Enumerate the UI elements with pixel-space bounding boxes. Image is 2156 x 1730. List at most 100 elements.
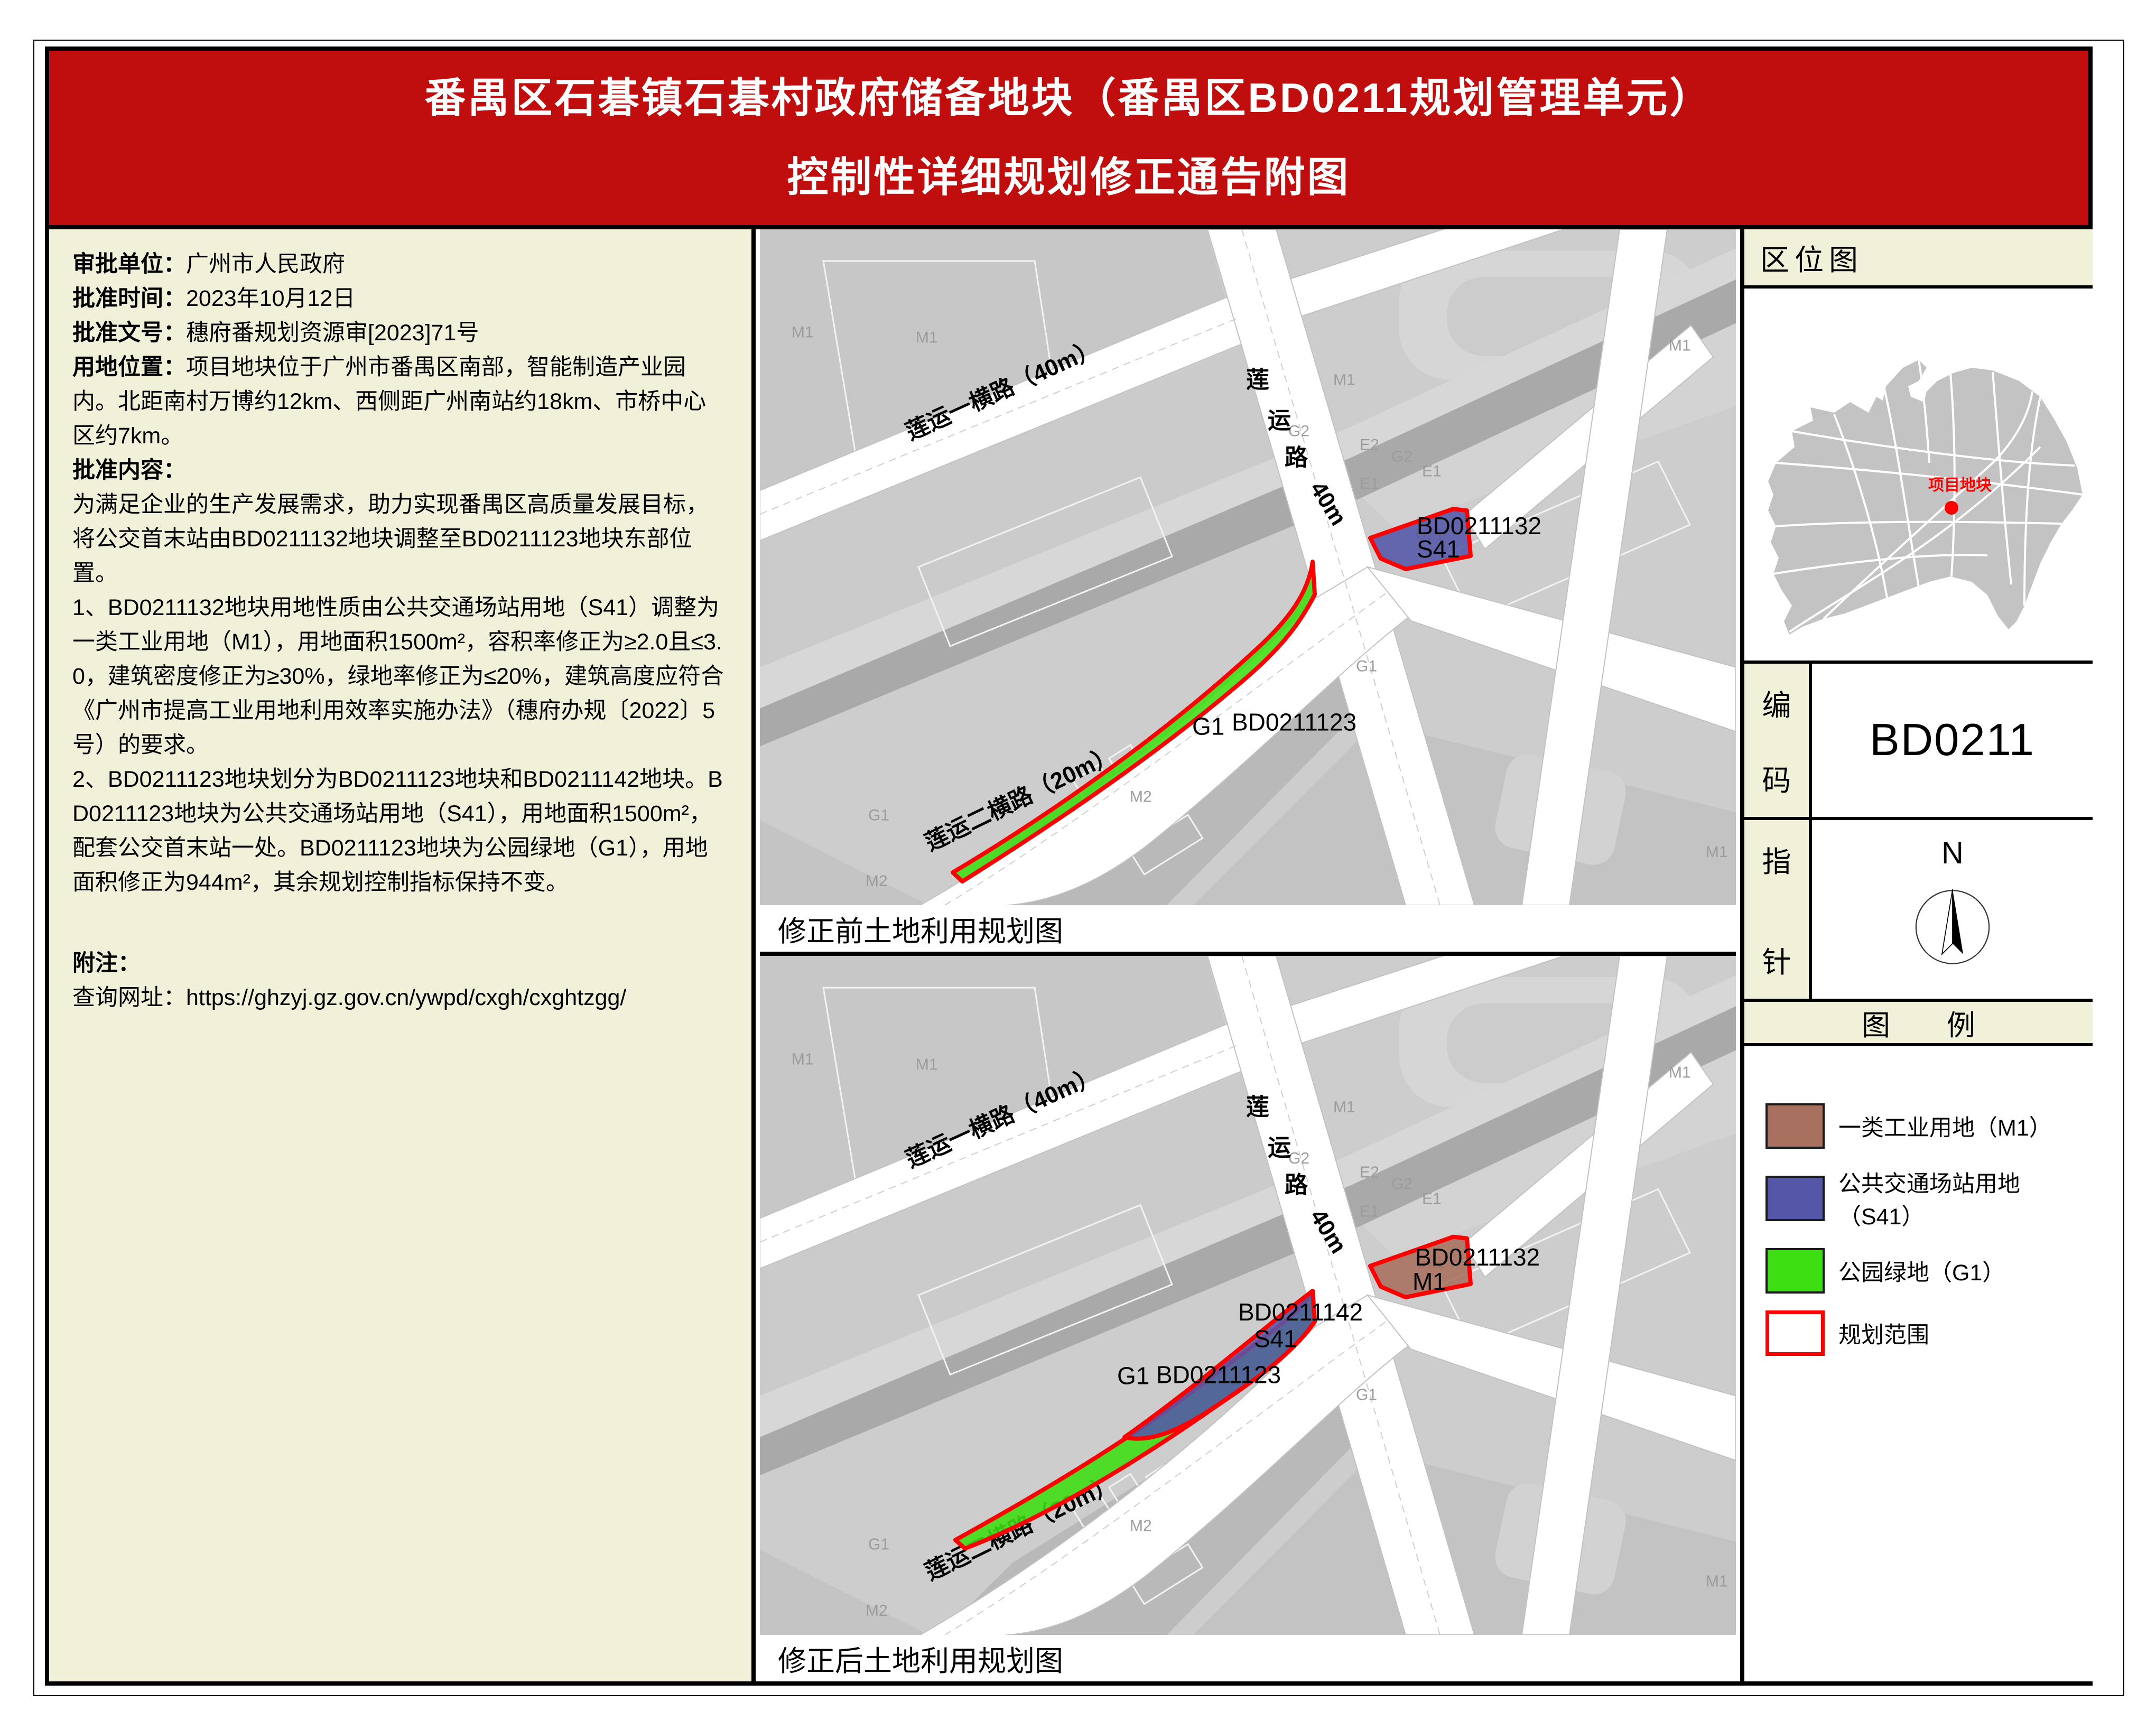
legend-swatch [1765, 1176, 1825, 1221]
location-map: 项目地块 [1744, 289, 2093, 661]
zone-label-E1: E1 [1422, 462, 1442, 480]
zone-label-G1: G1 [868, 806, 889, 824]
parcel-BD0211142-use: S41 [1254, 1325, 1297, 1352]
district-shape [1768, 360, 2083, 635]
zone-label-M1: M1 [1669, 1064, 1691, 1082]
info-line: 查询网址：https://ghzyj.gz.gov.cn/ywpd/cxgh/c… [72, 981, 728, 1015]
parcel-BD0211123-use: G1 [1192, 713, 1224, 740]
legend-label: 公园绿地（G1） [1838, 1254, 2005, 1287]
zone-label-M1: M1 [1706, 1573, 1728, 1591]
info-label: 批准内容： [72, 458, 186, 483]
road-label-ns-char: 路 [1285, 444, 1308, 470]
landuse-map-after: M1M1M1M1M1M2M2G1G1G2G2E2E1E1U21 莲运一横路（40… [760, 956, 1736, 1635]
zone-label-M1: M1 [916, 329, 938, 347]
zone-label-G2: G2 [1391, 448, 1412, 465]
parcel-BD0211132-use: M1 [1412, 1268, 1446, 1295]
zone-label-G2: G2 [1288, 422, 1309, 440]
info-line: 审批单位：广州市人民政府 [72, 247, 728, 282]
info-line: 用地位置：项目地块位于广州市番禺区南部，智能制造产业园内。北距南村万博约12km… [72, 350, 728, 453]
legend-label: 公共交通场站用地（S41） [1838, 1166, 2093, 1231]
zone-label-E1: E1 [1360, 475, 1379, 492]
map-after-caption: 修正后土地利用规划图 [760, 1635, 1736, 1681]
code-label: 编 码 [1744, 664, 1812, 817]
unit-code: BD0211 [1870, 714, 2035, 766]
zone-label-M2: M2 [866, 872, 888, 890]
road-label-ns-char: 莲 [1246, 367, 1269, 393]
legend-title: 图 例 [1744, 999, 2093, 1046]
info-text: 1、BD0211132地块用地性质由公共交通场站用地（S41）调整为一类工业用地… [72, 595, 723, 758]
info-text: 查询网址：https://ghzyj.gz.gov.cn/ywpd/cxgh/c… [72, 985, 626, 1010]
road-label-ns-char: 莲 [1246, 1094, 1269, 1120]
info-text: 2、BD0211123地块划分为BD0211123地块和BD0211142地块。… [72, 767, 723, 895]
title-banner: 番禺区石碁镇石碁村政府储备地块（番禺区BD0211规划管理单元） 控制性详细规划… [49, 51, 2088, 229]
map-after-image: M1M1M1M1M1M2M2G1G1G2G2E2E1E1U21 莲运一横路（40… [760, 956, 1736, 1635]
info-text: 广州市人民政府 [186, 252, 345, 277]
info-text: 2023年10月12日 [186, 286, 355, 311]
map-after-section: M1M1M1M1M1M2M2G1G1G2G2E2E1E1U21 莲运一横路（40… [760, 956, 1736, 1681]
info-text: 穗府番规划资源审[2023]71号 [186, 320, 479, 346]
page-title-line1: 番禺区石碁镇石碁村政府储备地块（番禺区BD0211规划管理单元） [49, 58, 2088, 137]
zone-label-M1: M1 [1706, 843, 1728, 861]
parcel-BD0211123-code: BD0211123 [1232, 709, 1356, 736]
north-letter: N [1941, 836, 1964, 870]
info-label: 用地位置： [72, 355, 186, 380]
legend-item: 公园绿地（G1） [1765, 1248, 2093, 1294]
zone-label-M2: M2 [1130, 1517, 1152, 1534]
project-site-label: 项目地块 [1928, 477, 1992, 494]
info-label: 附注： [72, 951, 141, 976]
parcel-BD0211123-use: G1 [1117, 1362, 1149, 1389]
info-line: 1、BD0211132地块用地性质由公共交通场站用地（S41）调整为一类工业用地… [72, 591, 728, 762]
zone-label-M1: M1 [792, 324, 814, 341]
legend-item: 规划范围 [1765, 1310, 2093, 1356]
legend-item: 一类工业用地（M1） [1765, 1103, 2093, 1149]
legend-label: 规划范围 [1838, 1317, 1929, 1350]
north-arrow-icon: N [1892, 833, 2013, 986]
compass-row: 指 针 N [1744, 817, 2093, 999]
zone-label-M1: M1 [1333, 1099, 1355, 1116]
legend-swatch [1765, 1103, 1825, 1149]
zone-label-G1: G1 [1356, 658, 1377, 675]
info-line: 2、BD0211123地块划分为BD0211123地块和BD0211142地块。… [72, 762, 728, 900]
project-site-dot [1945, 501, 1958, 515]
info-label: 审批单位： [72, 252, 186, 277]
parcel-BD0211142-code: BD0211142 [1238, 1298, 1363, 1326]
landuse-map-before: M1M1M1M1M1M2M2G1G1G2G2E2E1E1U21 莲运一横路（40… [760, 229, 1736, 905]
zone-label-G2: G2 [1288, 1150, 1309, 1167]
map-before-section: M1M1M1M1M1M2M2G1G1G2G2E2E1E1U21 莲运一横路（40… [760, 229, 1736, 956]
zone-label-M1: M1 [916, 1056, 938, 1074]
info-line: 批准时间：2023年10月12日 [72, 282, 728, 316]
right-panel: 区位图 项目地块 [1740, 229, 2093, 1681]
zone-label-M1: M1 [1669, 337, 1691, 355]
map-before-image: M1M1M1M1M1M2M2G1G1G2G2E2E1E1U21 莲运一横路（40… [760, 229, 1736, 905]
road-label-ns-char: 路 [1285, 1172, 1308, 1198]
zone-label-E1: E1 [1422, 1190, 1442, 1207]
location-map-title: 区位图 [1744, 229, 2093, 289]
zone-label-E2: E2 [1360, 1164, 1379, 1181]
map-column: M1M1M1M1M1M2M2G1G1G2G2E2E1E1U21 莲运一横路（40… [760, 229, 1736, 1681]
code-label-char: 码 [1762, 757, 1791, 799]
legend-swatch [1765, 1310, 1825, 1356]
parcel-BD0211132-code: BD0211132 [1415, 1243, 1540, 1271]
plan-sheet: 番禺区石碁镇石碁村政府储备地块（番禺区BD0211规划管理单元） 控制性详细规划… [45, 46, 2093, 1686]
map-before-caption: 修正前土地利用规划图 [760, 905, 1736, 952]
info-line: 批准文号：穗府番规划资源审[2023]71号 [72, 316, 728, 350]
legend: 一类工业用地（M1） 公共交通场站用地（S41） 公园绿地（G1） 规划范围 [1744, 1046, 2093, 1356]
road-label-ns-char: 运 [1268, 407, 1291, 433]
zone-label-E2: E2 [1360, 436, 1379, 453]
zone-label-M1: M1 [1333, 371, 1355, 389]
legend-item: 公共交通场站用地（S41） [1765, 1166, 2093, 1231]
road-label-ns-char: 运 [1268, 1135, 1291, 1161]
compass-label-char: 指 [1762, 838, 1791, 880]
code-row: 编 码 BD0211 [1744, 661, 2093, 817]
zone-label-G1: G1 [1356, 1387, 1377, 1404]
parcel-BD0211132-use: S41 [1417, 535, 1460, 563]
info-line: 批准内容： [72, 453, 728, 488]
zone-label-M2: M2 [1130, 788, 1152, 805]
legend-swatch [1765, 1248, 1825, 1294]
zone-label-M1: M1 [792, 1051, 814, 1068]
compass-label: 指 针 [1744, 820, 1812, 999]
code-label-char: 编 [1762, 682, 1791, 724]
info-line: 为满足企业的生产发展需求，助力实现番禺区高质量发展目标，将公交首末站由BD021… [72, 488, 728, 591]
legend-label: 一类工业用地（M1） [1838, 1110, 2052, 1142]
info-line: 附注： [72, 946, 728, 981]
